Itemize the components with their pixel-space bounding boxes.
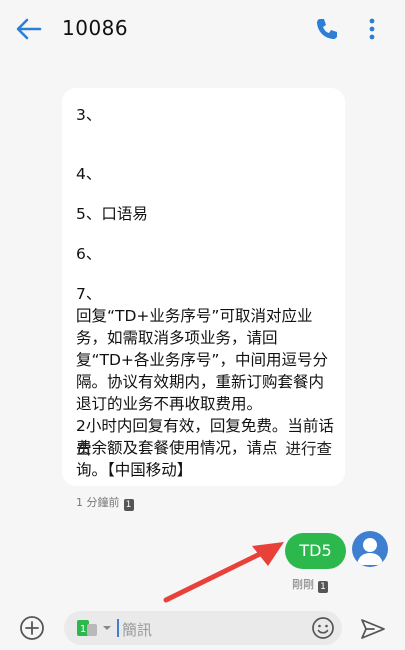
header — [0, 0, 405, 60]
conversation-title: 10086 — [62, 16, 129, 40]
message-link-row: 击 进行查 — [76, 437, 336, 459]
svg-text:1: 1 — [80, 624, 86, 635]
more-vert-icon[interactable] — [364, 16, 380, 42]
message-line: 5、口语易 — [76, 205, 148, 223]
timestamp-text: 剛剛 — [292, 578, 314, 591]
text-caret — [117, 619, 119, 637]
red-arrow-annotation — [163, 542, 284, 603]
message-line: 4、 — [76, 165, 102, 183]
message-line: 3、 — [76, 106, 102, 124]
emoji-icon[interactable] — [311, 616, 335, 640]
back-arrow-icon[interactable] — [14, 14, 44, 44]
outgoing-message-bubble[interactable]: TD5 — [285, 533, 346, 569]
add-icon[interactable] — [19, 615, 45, 641]
outgoing-timestamp: 剛剛 1 — [292, 576, 328, 593]
message-body: 7、 回复“TD+业务序号”可取消对应业务，如需取消多项业务，请回复“TD+各业… — [76, 285, 334, 457]
incoming-timestamp: 1 分鐘前 1 — [76, 494, 134, 511]
phone-icon[interactable] — [314, 16, 340, 42]
avatar[interactable] — [352, 531, 388, 567]
send-icon[interactable] — [360, 617, 386, 641]
message-text: 进行查 — [285, 440, 332, 458]
sim-card-icon: 1 — [318, 581, 328, 593]
message-line: 询。【中国移动】 — [76, 461, 193, 479]
sim-selector-icon[interactable]: 1 — [76, 619, 116, 637]
sim-card-icon: 1 — [123, 499, 134, 511]
message-placeholder: 簡訊 — [122, 621, 153, 639]
timestamp-text: 1 分鐘前 — [76, 496, 120, 509]
avatar-person-icon — [357, 538, 383, 565]
message-text: 击 — [76, 440, 92, 458]
message-line: 6、 — [76, 245, 102, 263]
